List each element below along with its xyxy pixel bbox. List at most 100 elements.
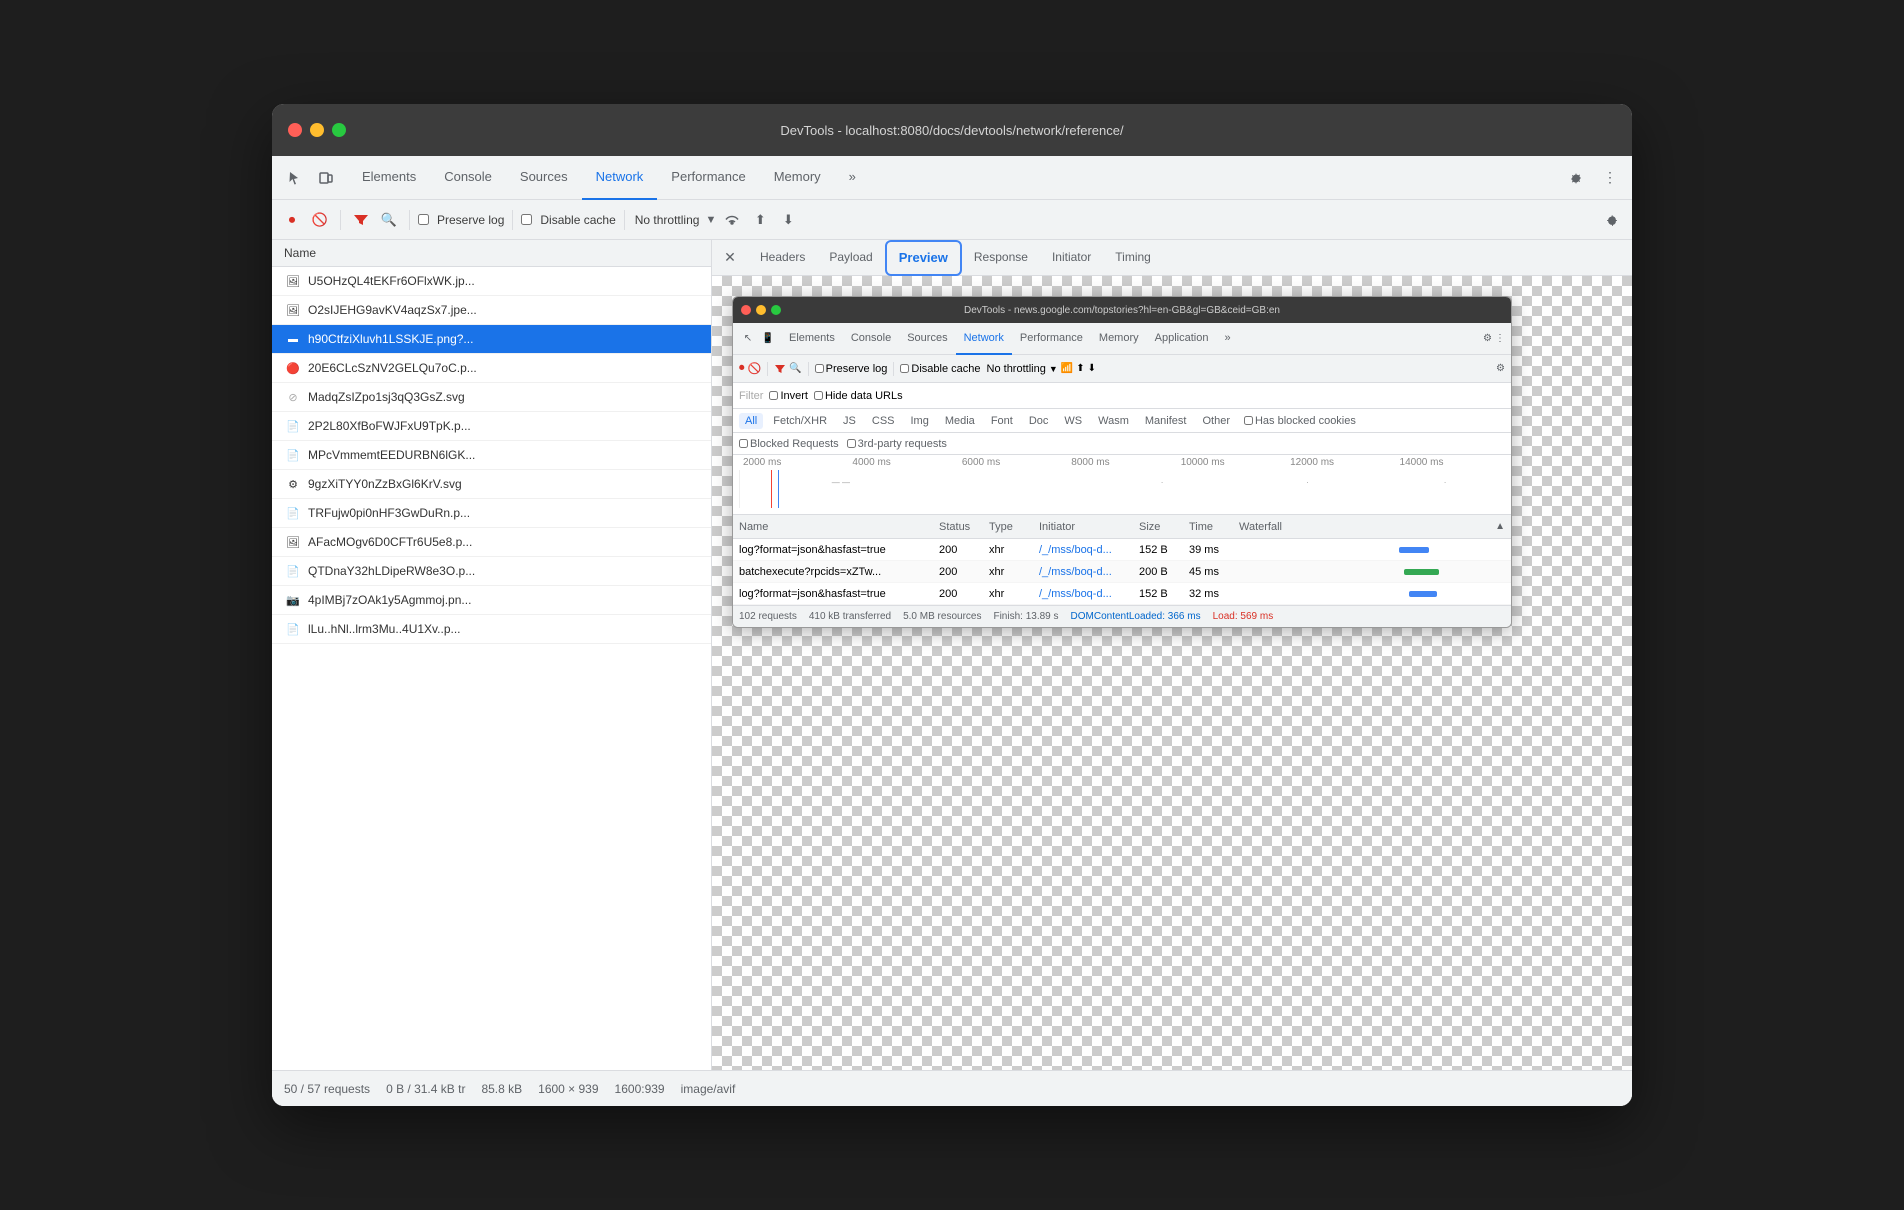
invert-checkbox [769,391,778,400]
tab-network[interactable]: Network [582,156,658,200]
blocked-row: Blocked Requests 3rd-party requests [733,433,1511,455]
nested-devtools-window: DevTools - news.google.com/topstories?hl… [732,296,1512,628]
nested-clear-icon: 🚫 [748,362,762,375]
tab-performance[interactable]: Performance [657,156,759,200]
name-column-header: Name [272,240,711,267]
tab-response[interactable]: Response [962,240,1040,276]
file-type-icon: ⚙ [284,475,302,493]
tab-timing[interactable]: Timing [1103,240,1163,276]
chip-js: JS [837,413,862,429]
left-panel: Name 🖼 U5OHzQL4tEKFr6OFlxWK.jp... 🖼 O2sI… [272,240,712,1070]
maximize-button[interactable] [332,123,346,137]
nested-footer: 102 requests 410 kB transferred 5.0 MB r… [733,605,1511,627]
search-icon[interactable]: 🔍 [377,208,401,232]
throttle-arrow[interactable]: ▼ [705,214,716,226]
nested-window-title: DevTools - news.google.com/topstories?hl… [964,305,1280,316]
upload-icon[interactable]: ⬆ [748,208,772,232]
timeline-chart: — — · · · [739,470,1505,508]
tab-more[interactable]: » [835,156,870,200]
list-item[interactable]: 🖼 AFacMOgv6D0CFTr6U5e8.p... [272,528,711,557]
cursor-icon[interactable] [280,164,308,192]
waterfall-bar-1 [1404,569,1439,575]
timeline-dash-1: — — [832,478,850,487]
file-type-icon: ⊘ [284,388,302,406]
tab-headers[interactable]: Headers [748,240,817,276]
minimize-button[interactable] [310,123,324,137]
nested-traffic-lights [741,305,781,315]
more-options-icon[interactable]: ⋮ [1596,164,1624,192]
waterfall-bar-0 [1399,547,1429,553]
status-transferred: 0 B / 31.4 kB tr [386,1082,465,1096]
tab-sources[interactable]: Sources [506,156,582,200]
close-button[interactable] [288,123,302,137]
preserve-log-checkbox[interactable]: Preserve log [418,213,504,227]
list-item[interactable]: 📄 2P2L80XfBoFWJFxU9TpK.p... [272,412,711,441]
toolbar-separator-2 [409,210,410,230]
nested-upload-icon: ⬆ [1076,363,1084,374]
file-type-icon: 📄 [284,562,302,580]
timeline-dot-3: · [1444,478,1447,487]
list-item[interactable]: ⚙ 9gzXiTYY0nZzBxGl6KrV.svg [272,470,711,499]
list-item[interactable]: 📄 TRFujw0pi0nHF3GwDuRn.p... [272,499,711,528]
list-item[interactable]: 📄 QTDnaY32hLDipeRW8e3O.p... [272,557,711,586]
nested-titlebar: DevTools - news.google.com/topstories?hl… [733,297,1511,323]
disable-cache-checkbox[interactable]: Disable cache [521,213,615,227]
status-size: 85.8 kB [481,1082,522,1096]
filter-chips: All Fetch/XHR JS CSS Img Media Font Doc … [733,409,1511,433]
chip-manifest: Manifest [1139,413,1193,429]
preserve-log-input[interactable] [418,214,429,225]
nested-tab-memory: Memory [1091,323,1147,355]
clear-icon[interactable]: 🚫 [308,208,332,232]
tab-elements[interactable]: Elements [348,156,430,200]
download-icon[interactable]: ⬇ [776,208,800,232]
chip-ws: WS [1058,413,1088,429]
list-item[interactable]: 🔴 20E6CLcSzNV2GELQu7oC.p... [272,354,711,383]
nested-tab-elements: Elements [781,323,843,355]
traffic-lights [288,123,346,137]
filter-icon[interactable] [349,208,373,232]
main-area: Name 🖼 U5OHzQL4tEKFr6OFlxWK.jp... 🖼 O2sI… [272,240,1632,1070]
nested-device-icon: 📱 [759,330,777,348]
chip-img: Img [905,413,935,429]
list-item[interactable]: 📄 MPcVmmemtEEDURBN6lGK... [272,441,711,470]
list-item[interactable]: 🖼 O2sIJEHG9avKV4aqzSx7.jpe... [272,296,711,325]
file-type-icon: 📄 [284,504,302,522]
waterfall-2 [1239,591,1505,597]
nested-tab-sources: Sources [899,323,955,355]
file-type-icon: 🔴 [284,359,302,377]
waterfall-bar-2 [1409,591,1437,597]
list-item[interactable]: 🖼 U5OHzQL4tEKFr6OFlxWK.jp... [272,267,711,296]
list-item[interactable]: ⊘ MadqZsIZpo1sj3qQ3GsZ.svg [272,383,711,412]
devtools-body: Elements Console Sources Network Perform… [272,156,1632,1106]
chip-font: Font [985,413,1019,429]
disable-cache-input[interactable] [521,214,532,225]
tab-payload[interactable]: Payload [817,240,884,276]
nested-table-row: log?format=json&hasfast=true 200 xhr /_/… [733,583,1511,605]
list-item-selected[interactable]: ▬ h90CtfziXluvh1LSSKJE.png?... [272,325,711,354]
devtools-icons [280,164,340,192]
toolbar-separator-4 [624,210,625,230]
close-panel-button[interactable]: ✕ [720,248,740,268]
status-type: image/avif [681,1082,736,1096]
list-item[interactable]: 📷 4pIMBj7zOAk1y5Agmmoj.pn... [272,586,711,615]
top-tabs-bar: Elements Console Sources Network Perform… [272,156,1632,200]
file-type-icon: 📄 [284,446,302,464]
nested-cache-input [900,364,909,373]
nested-tab-application: Application [1147,323,1217,355]
tab-preview[interactable]: Preview [885,240,962,276]
nested-download-icon: ⬇ [1088,363,1096,374]
settings-icon[interactable] [1562,164,1590,192]
device-icon[interactable] [312,164,340,192]
timeline-marker-red [771,470,772,508]
list-item[interactable]: 📄 lLu..hNl..lrm3Mu..4U1Xv..p... [272,615,711,644]
footer-transferred: 410 kB transferred [809,611,891,622]
file-type-icon: 🖼 [284,301,302,319]
toolbar-settings-icon[interactable] [1600,208,1624,232]
tab-console[interactable]: Console [430,156,506,200]
wifi-icon[interactable] [720,208,744,232]
tab-memory[interactable]: Memory [760,156,835,200]
status-ratio: 1600:939 [615,1082,665,1096]
record-icon[interactable]: ⏺ [280,208,304,232]
throttle-select[interactable]: No throttling [633,213,702,227]
tab-initiator[interactable]: Initiator [1040,240,1103,276]
